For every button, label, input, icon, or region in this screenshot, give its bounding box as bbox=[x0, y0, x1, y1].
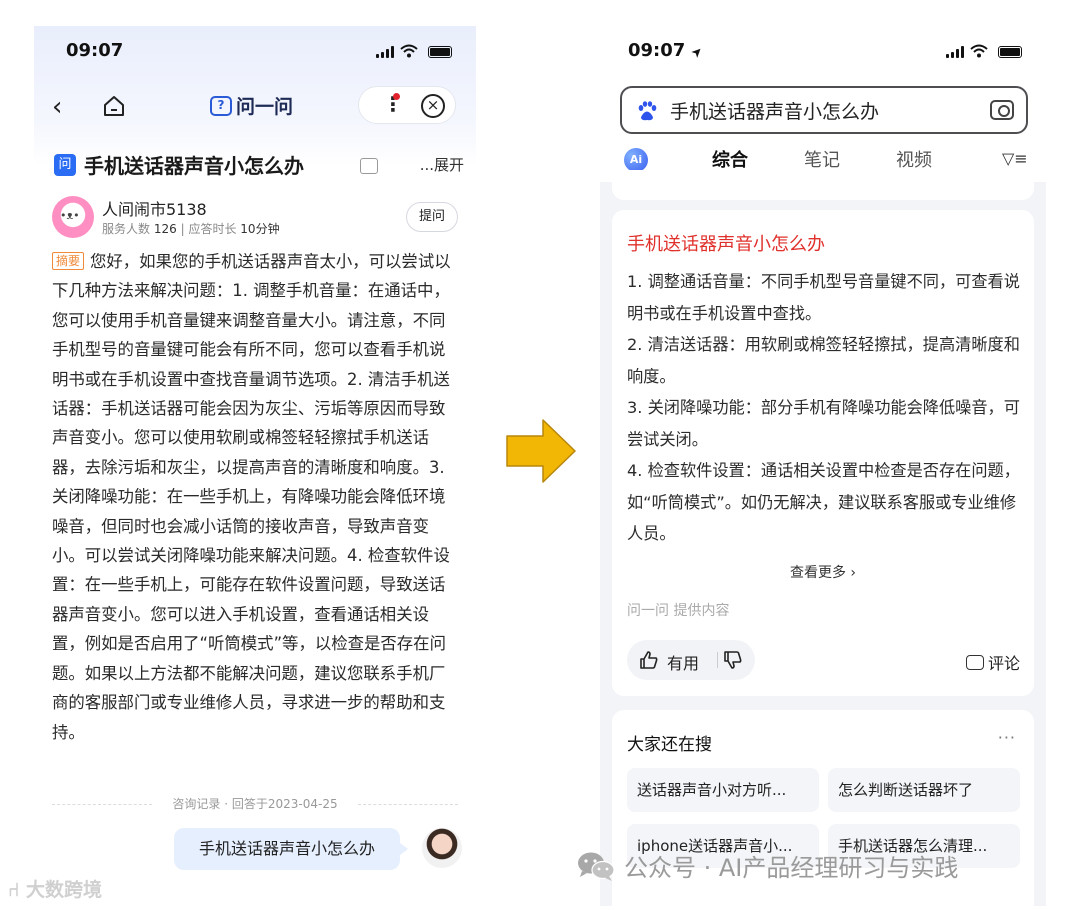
consult-record: 咨询记录 · 回答于2023-04-25 bbox=[52, 794, 458, 814]
wifi-icon bbox=[970, 44, 988, 58]
comment-label: 评论 bbox=[987, 654, 1020, 673]
signal-icon bbox=[376, 46, 394, 58]
watermark-left: ⑁ 大数跨境 bbox=[8, 879, 103, 901]
comment-icon bbox=[965, 654, 984, 670]
response-label: 应答时长 bbox=[188, 222, 237, 236]
top-nav: ‹ ? 问一问 ⋮ × bbox=[34, 86, 476, 126]
answer-point: 2. 清洁送话器：用软刷或棉签轻轻擦拭，提高清晰度和响度。 bbox=[627, 335, 1020, 386]
expand-link[interactable]: ...展开 bbox=[420, 154, 464, 175]
answer-point: 4. 检查软件设置：通话相关设置中检查是否存在问题，如“听筒模式”。如仍无解决，… bbox=[627, 461, 1020, 543]
thumbs-down-icon[interactable] bbox=[723, 650, 743, 670]
status-bar: 09:07 ➤ bbox=[600, 40, 1046, 68]
status-time: 09:07 bbox=[66, 40, 124, 61]
left-phone-screen: 09:07 ‹ ? 问一问 ⋮ × 问 手机送话器声音小怎么办 ...展开 •ᴥ… bbox=[34, 26, 476, 906]
signal-icon bbox=[946, 46, 964, 58]
summary-tag: 摘要 bbox=[52, 252, 85, 270]
comment-button[interactable]: 评论 bbox=[965, 650, 1020, 674]
camera-icon[interactable] bbox=[990, 100, 1014, 120]
source-label: 问一问 提供内容 bbox=[627, 603, 730, 619]
wifi-icon bbox=[400, 44, 418, 58]
battery-icon bbox=[428, 46, 452, 58]
tab-comprehensive[interactable]: 综合 bbox=[712, 146, 748, 172]
previous-card bbox=[612, 170, 1034, 200]
filter-icon[interactable]: ▽≡ bbox=[1002, 149, 1028, 168]
author-stats: 服务人数 126 | 应答时长 10分钟 bbox=[102, 220, 280, 237]
feedback-pill: 有用 bbox=[627, 640, 755, 680]
response-time: 10分钟 bbox=[240, 222, 280, 236]
brand: ? 问一问 bbox=[210, 92, 293, 119]
served-label: 服务人数 bbox=[102, 222, 151, 236]
answer-card-body: 1. 调整通话音量：不同手机型号音量键不同，可查看说明书或在手机设置中查找。 2… bbox=[627, 266, 1023, 550]
watermark-right-text: 公众号 · AI产品经理研习与实践 bbox=[624, 854, 959, 882]
author-avatar[interactable] bbox=[52, 196, 94, 238]
related-chip[interactable]: 怎么判断送话器坏了 bbox=[828, 768, 1020, 812]
results-feed: 手机送话器声音小怎么办 1. 调整通话音量：不同手机型号音量键不同，可查看说明书… bbox=[600, 170, 1046, 906]
search-box[interactable] bbox=[620, 86, 1028, 134]
author-name[interactable]: 人间闹市5138 bbox=[102, 196, 207, 220]
more-options-icon[interactable]: ··· bbox=[998, 728, 1016, 747]
served-count: 126 bbox=[153, 222, 177, 236]
wechat-icon bbox=[578, 852, 615, 881]
baidu-paw-icon bbox=[638, 101, 657, 121]
brand-name: 问一问 bbox=[236, 96, 294, 118]
user-message-row: 手机送话器声音小怎么办 bbox=[52, 826, 462, 874]
status-bar: 09:07 bbox=[34, 40, 476, 68]
useful-label[interactable]: 有用 bbox=[667, 650, 699, 674]
answer-body: 您好，如果您的手机送话器声音太小，可以尝试以下几种方法来解决问题：1. 调整手机… bbox=[52, 252, 451, 742]
watermark-right: 公众号 · AI产品经理研习与实践 bbox=[576, 848, 958, 883]
user-avatar bbox=[422, 828, 462, 868]
divider bbox=[717, 652, 718, 668]
notification-dot bbox=[393, 93, 400, 100]
question-title-row: 问 手机送话器声音小怎么办 ...展开 bbox=[54, 150, 464, 180]
question-badge: 问 bbox=[54, 154, 76, 176]
record-text: 咨询记录 · 回答于2023-04-25 bbox=[172, 797, 338, 811]
related-title: 大家还在搜 bbox=[627, 735, 712, 755]
home-icon[interactable] bbox=[102, 94, 126, 118]
stats-separator: | bbox=[180, 222, 185, 236]
search-input[interactable] bbox=[670, 96, 970, 124]
answer-card: 手机送话器声音小怎么办 1. 调整通话音量：不同手机型号音量键不同，可查看说明书… bbox=[612, 210, 1034, 696]
tab-video[interactable]: 视频 bbox=[896, 146, 932, 172]
related-chip[interactable]: 送话器声音小对方听... bbox=[627, 768, 819, 812]
ai-icon[interactable]: Ai bbox=[624, 148, 648, 172]
close-icon[interactable]: × bbox=[421, 94, 445, 118]
status-time: 09:07 ➤ bbox=[628, 40, 707, 62]
ask-button[interactable]: 提问 bbox=[406, 202, 458, 232]
thumbs-up-icon[interactable] bbox=[639, 650, 659, 670]
answer-point: 1. 调整通话音量：不同手机型号音量键不同，可查看说明书或在手机设置中查找。 bbox=[627, 272, 1020, 323]
right-phone-screen: 09:07 ➤ Ai 综合 笔记 视频 ▽≡ 手机送话器声 bbox=[600, 26, 1046, 906]
transition-arrow-icon bbox=[506, 419, 576, 483]
tab-notes[interactable]: 笔记 bbox=[804, 146, 840, 172]
location-arrow-icon: ➤ bbox=[687, 43, 707, 62]
battery-icon bbox=[998, 46, 1022, 58]
back-icon[interactable]: ‹ bbox=[52, 92, 62, 122]
user-message-bubble: 手机送话器声音小怎么办 bbox=[174, 828, 408, 870]
question-title: 手机送话器声音小怎么办 bbox=[84, 154, 304, 178]
view-more-link[interactable]: 查看更多 › bbox=[612, 562, 1034, 582]
answer-point: 3. 关闭降噪功能：部分手机有降噪功能会降低噪音，可尝试关闭。 bbox=[627, 398, 1020, 449]
brand-logo-icon: ? bbox=[210, 95, 232, 116]
mini-app-capsule: ⋮ × bbox=[358, 86, 456, 124]
author-row: 人间闹市5138 服务人数 126 | 应答时长 10分钟 提问 bbox=[52, 196, 458, 240]
answer-card-title[interactable]: 手机送话器声音小怎么办 bbox=[627, 230, 825, 256]
image-icon[interactable] bbox=[360, 158, 378, 174]
answer-text: 摘要 您好，如果您的手机送话器声音太小，可以尝试以下几种方法来解决问题：1. 调整… bbox=[52, 247, 458, 747]
